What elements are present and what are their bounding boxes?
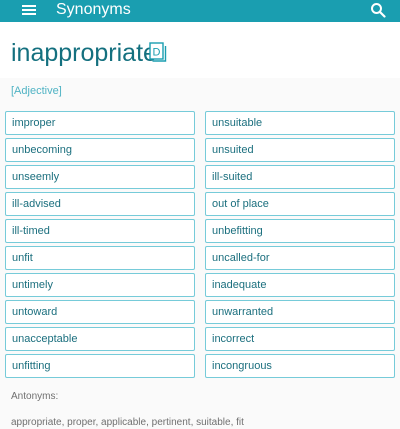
synonym-item[interactable]: untoward	[5, 300, 195, 324]
dictionary-icon[interactable]: D	[149, 42, 167, 62]
synonym-item[interactable]: unfit	[5, 246, 195, 270]
synonym-item[interactable]: uncalled-for	[205, 246, 395, 270]
synonym-item[interactable]: inadequate	[205, 273, 395, 297]
hamburger-menu-icon[interactable]	[22, 4, 36, 16]
part-of-speech-label: [Adjective]	[11, 85, 62, 97]
synonym-item[interactable]: improper	[5, 111, 195, 135]
synonym-item[interactable]: ill-advised	[5, 192, 195, 216]
synonym-item[interactable]: ill-timed	[5, 219, 195, 243]
search-icon[interactable]	[370, 2, 386, 18]
synonym-item[interactable]: out of place	[205, 192, 395, 216]
app-bar: Synonyms	[0, 0, 400, 22]
synonym-item[interactable]: unsuited	[205, 138, 395, 162]
synonym-item[interactable]: unwarranted	[205, 300, 395, 324]
dictionary-icon-letter: D	[153, 47, 161, 59]
synonym-item[interactable]: unsuitable	[205, 111, 395, 135]
antonyms-list[interactable]: appropriate, proper, applicable, pertine…	[11, 417, 244, 429]
synonym-item[interactable]: unseemly	[5, 165, 195, 189]
synonym-item[interactable]: unacceptable	[5, 327, 195, 351]
synonym-item[interactable]: unbecoming	[5, 138, 195, 162]
synonym-item[interactable]: unbefitting	[205, 219, 395, 243]
synonym-item[interactable]: incorrect	[205, 327, 395, 351]
word-title: inappropriate	[11, 39, 157, 67]
synonym-item[interactable]: ill-suited	[205, 165, 395, 189]
app-title: Synonyms	[56, 1, 131, 18]
word-header: inappropriate D	[0, 22, 400, 78]
synonym-item[interactable]: untimely	[5, 273, 195, 297]
antonyms-heading: Antonyms:	[11, 391, 59, 402]
synonym-item[interactable]: unfitting	[5, 354, 195, 378]
synonym-item[interactable]: incongruous	[205, 354, 395, 378]
